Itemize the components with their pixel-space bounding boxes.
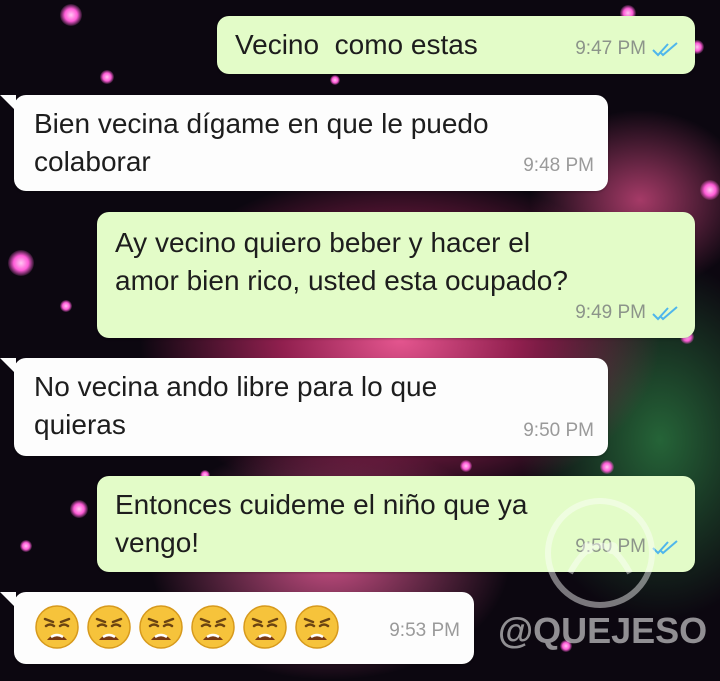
message-bubble-incoming[interactable]: 9:53 PM bbox=[0, 592, 474, 664]
message-time: 9:47 PM bbox=[575, 38, 646, 59]
message-meta: 9:49 PM bbox=[575, 294, 681, 332]
message-bubble-outgoing[interactable]: Ay vecino quiero beber y hacer el amor b… bbox=[97, 212, 695, 338]
weary-face-emoji-icon bbox=[87, 605, 131, 649]
message-text-line1: Entonces cuideme el niño que ya bbox=[115, 489, 528, 520]
message-bubble-incoming[interactable]: Bien vecina dígame en que le puedo colab… bbox=[0, 95, 608, 191]
message-meta: 9:50 PM bbox=[523, 412, 594, 450]
weary-face-emoji-icon bbox=[139, 605, 183, 649]
message-text-line2: colaborar bbox=[34, 146, 151, 177]
message-meta: 9:47 PM bbox=[575, 30, 681, 68]
weary-face-emoji-icon bbox=[191, 605, 235, 649]
message-bubble-incoming[interactable]: No vecina ando libre para lo que quieras… bbox=[0, 358, 608, 456]
message-text-line2: amor bien rico, usted esta ocupado? bbox=[115, 265, 568, 296]
read-ticks-icon bbox=[652, 306, 678, 321]
message-time: 9:53 PM bbox=[389, 620, 460, 641]
emoji-row bbox=[34, 604, 346, 650]
weary-face-emoji-icon bbox=[35, 605, 79, 649]
message-text-line1: Bien vecina dígame en que le puedo bbox=[34, 108, 489, 139]
message-time: 9:50 PM bbox=[523, 420, 594, 441]
message-bubble-outgoing[interactable]: Vecino como estas 9:47 PM bbox=[217, 16, 695, 74]
message-meta: 9:48 PM bbox=[523, 147, 594, 185]
message-text-line1: No vecina ando libre para lo que bbox=[34, 371, 438, 402]
message-text-line2: vengo! bbox=[115, 527, 200, 558]
message-time: 9:49 PM bbox=[575, 302, 646, 323]
weary-face-emoji-icon bbox=[295, 605, 339, 649]
message-text: Vecino como estas bbox=[235, 29, 478, 60]
message-meta: 9:53 PM bbox=[389, 612, 460, 650]
message-text-line2: quieras bbox=[34, 409, 126, 440]
watermark-stamp-icon bbox=[545, 498, 655, 608]
message-text-line1: Ay vecino quiero beber y hacer el bbox=[115, 227, 531, 258]
message-time: 9:48 PM bbox=[523, 155, 594, 176]
read-ticks-icon bbox=[652, 42, 678, 57]
weary-face-emoji-icon bbox=[243, 605, 287, 649]
watermark-text: @QUEJESO bbox=[498, 610, 708, 651]
